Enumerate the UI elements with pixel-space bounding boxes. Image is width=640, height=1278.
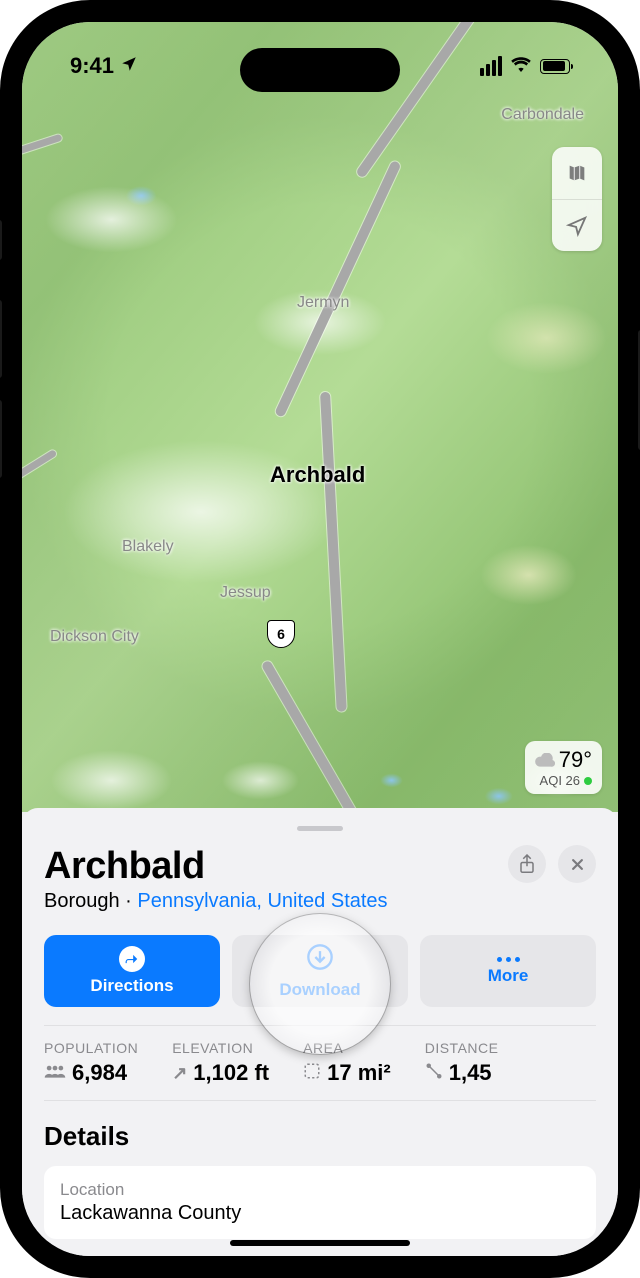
sheet-grabber[interactable]	[297, 826, 343, 831]
volume-down-button	[0, 400, 2, 478]
cloud-icon	[535, 747, 555, 773]
detail-location-value: Lackawanna County	[60, 1202, 580, 1225]
dynamic-island	[240, 48, 400, 92]
battery-icon	[540, 59, 570, 74]
map-label-blakely: Blakely	[122, 538, 174, 556]
directions-button[interactable]: Directions	[44, 935, 220, 1007]
status-time: 9:41	[70, 53, 114, 79]
stat-population: POPULATION 6,984	[44, 1040, 172, 1086]
locate-me-button[interactable]	[552, 199, 602, 251]
download-icon	[306, 943, 334, 976]
more-button[interactable]: More	[420, 935, 596, 1007]
place-title: Archbald	[44, 845, 388, 888]
route-shield-icon: 6	[267, 620, 295, 648]
cellular-signal-icon	[480, 56, 502, 76]
arrow-up-right-icon: ↗	[172, 1063, 187, 1084]
share-button[interactable]	[508, 845, 546, 883]
stats-row[interactable]: POPULATION 6,984 ELEVATION ↗1,102 ft ARE…	[44, 1025, 596, 1101]
download-button[interactable]: Download	[232, 935, 408, 1007]
map-label-jermyn: Jermyn	[297, 294, 349, 312]
area-icon	[303, 1062, 321, 1085]
volume-up-button	[0, 300, 2, 378]
directions-icon	[119, 946, 145, 972]
wifi-icon	[510, 56, 532, 77]
location-services-icon	[120, 53, 138, 79]
stat-elevation: ELEVATION ↗1,102 ft	[172, 1040, 303, 1086]
detail-location-label: Location	[60, 1180, 580, 1200]
mute-switch	[0, 220, 2, 260]
weather-aqi-value: AQI 26	[540, 773, 580, 788]
people-icon	[44, 1063, 66, 1084]
stat-area: AREA 17 mi²	[303, 1040, 425, 1086]
home-indicator[interactable]	[230, 1240, 410, 1246]
weather-temp-value: 79°	[559, 747, 592, 773]
map-controls	[552, 147, 602, 251]
device-frame: 9:41	[0, 0, 640, 1278]
more-label: More	[488, 966, 529, 986]
map-mode-button[interactable]	[552, 147, 602, 199]
screen: 9:41	[22, 22, 618, 1256]
map-label-jessup: Jessup	[220, 584, 271, 602]
download-label: Download	[279, 980, 360, 1000]
place-subtitle: Borough · Pennsylvania, United States	[44, 890, 388, 913]
stat-distance: DISTANCE 1,45	[425, 1040, 533, 1086]
map-label-archbald: Archbald	[270, 462, 365, 488]
details-card: Location Lackawanna County	[44, 1166, 596, 1239]
map-canvas[interactable]: Carbondale Jermyn Archbald Blakely Jessu…	[22, 22, 618, 812]
close-button[interactable]	[558, 845, 596, 883]
place-region-link[interactable]: Pennsylvania, United States	[137, 890, 387, 912]
map-label-dickson-city: Dickson City	[50, 628, 139, 646]
route-icon	[425, 1062, 443, 1085]
aqi-status-dot-icon	[584, 777, 592, 785]
directions-label: Directions	[90, 976, 173, 996]
details-heading: Details	[44, 1121, 596, 1152]
map-label-carbondale: Carbondale	[501, 106, 584, 124]
weather-badge[interactable]: 79° AQI 26	[525, 741, 602, 794]
more-icon	[497, 957, 520, 962]
place-sheet[interactable]: Archbald Borough · Pennsylvania, United …	[22, 808, 618, 1256]
